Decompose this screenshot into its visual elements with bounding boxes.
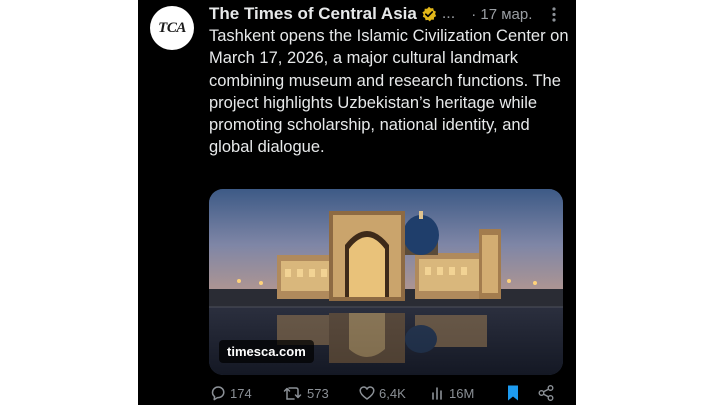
share-icon: [538, 385, 554, 401]
repost-icon: [283, 387, 302, 400]
like-button[interactable]: 6,4K: [358, 384, 406, 402]
share-button[interactable]: [537, 384, 558, 402]
avatar-text: TCA: [158, 19, 186, 36]
post-date[interactable]: · 17 мар.: [471, 6, 532, 23]
tweet-text: Tashkent opens the Islamic Civilization …: [209, 27, 569, 157]
reply-icon: [211, 386, 225, 401]
reply-count: 174: [230, 385, 252, 401]
link-card-image[interactable]: timesca.com: [209, 189, 563, 375]
reply-button[interactable]: 174: [209, 384, 252, 402]
more-vertical-icon[interactable]: [550, 6, 558, 22]
views-count: 16M: [449, 385, 475, 401]
bookmark-button[interactable]: [506, 384, 523, 402]
tweet-card[interactable]: TCA The Times of Central Asia ... · 17 м…: [138, 0, 576, 405]
heart-icon: [359, 386, 375, 400]
repost-button[interactable]: 573: [282, 384, 329, 402]
link-domain-chip[interactable]: timesca.com: [219, 340, 314, 363]
verified-badge-icon: [421, 6, 437, 22]
bookmark-icon: [508, 385, 518, 401]
like-count: 6,4K: [379, 385, 406, 401]
tweet-actions: 174 573 6,4K 16M: [209, 384, 569, 405]
views-icon: [432, 387, 442, 400]
views-button[interactable]: 16M: [430, 384, 474, 402]
tweet-header: The Times of Central Asia ... · 17 мар.: [209, 3, 564, 25]
author-avatar[interactable]: TCA: [150, 6, 194, 50]
author-name[interactable]: The Times of Central Asia: [209, 4, 417, 24]
name-ellipsis: ...: [441, 5, 456, 22]
repost-count: 573: [307, 385, 329, 401]
